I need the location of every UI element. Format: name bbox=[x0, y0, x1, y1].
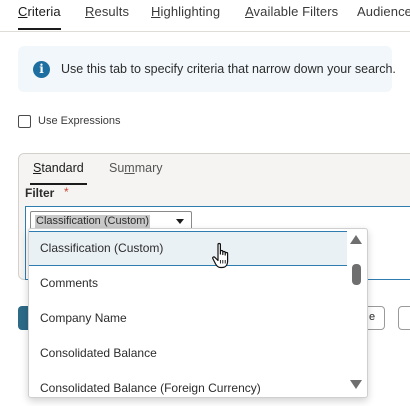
subtab-standard[interactable]: Standard bbox=[30, 161, 87, 185]
list-item[interactable]: Consolidated Balance (Foreign Currency) bbox=[29, 371, 347, 397]
tab-highlighting[interactable]: Highlighting bbox=[151, 4, 220, 19]
info-banner: i Use this tab to specify criteria that … bbox=[18, 46, 396, 92]
required-indicator: * bbox=[64, 185, 69, 199]
hand-pointer-icon bbox=[212, 242, 229, 269]
list-item[interactable]: Consolidated Balance bbox=[29, 336, 347, 371]
use-expressions-checkbox[interactable] bbox=[18, 115, 31, 128]
filter-label: Filter bbox=[25, 186, 55, 200]
subtab-summary[interactable]: Summary bbox=[109, 161, 163, 175]
scroll-up-arrow-icon[interactable] bbox=[350, 235, 362, 244]
list-item[interactable]: Comments bbox=[29, 266, 347, 301]
page: Criteria Results Highlighting Available … bbox=[0, 0, 410, 406]
scrollbar-thumb[interactable] bbox=[352, 264, 361, 285]
info-icon: i bbox=[33, 61, 50, 78]
chevron-down-icon bbox=[176, 219, 184, 224]
use-expressions-label: Use Expressions bbox=[38, 115, 121, 127]
tab-criteria[interactable]: Criteria bbox=[18, 4, 61, 30]
tertiary-button[interactable] bbox=[398, 306, 410, 330]
list-item[interactable]: Company Name bbox=[29, 301, 347, 336]
tab-available-filters[interactable]: Available Filters bbox=[245, 4, 338, 19]
secondary-button-label: e bbox=[369, 311, 376, 323]
list-item[interactable]: Classification (Custom) bbox=[29, 231, 347, 266]
tab-audience[interactable]: Audience bbox=[357, 4, 410, 19]
filter-dropdown-list[interactable]: Classification (Custom) Comments Company… bbox=[28, 228, 368, 398]
scroll-down-arrow-icon[interactable] bbox=[350, 380, 362, 389]
filter-select-value: Classification (Custom) bbox=[35, 215, 151, 228]
tab-results[interactable]: Results bbox=[85, 4, 129, 19]
info-text: Use this tab to specify criteria that na… bbox=[61, 62, 396, 76]
main-tab-bar: Criteria Results Highlighting Available … bbox=[0, 0, 410, 32]
